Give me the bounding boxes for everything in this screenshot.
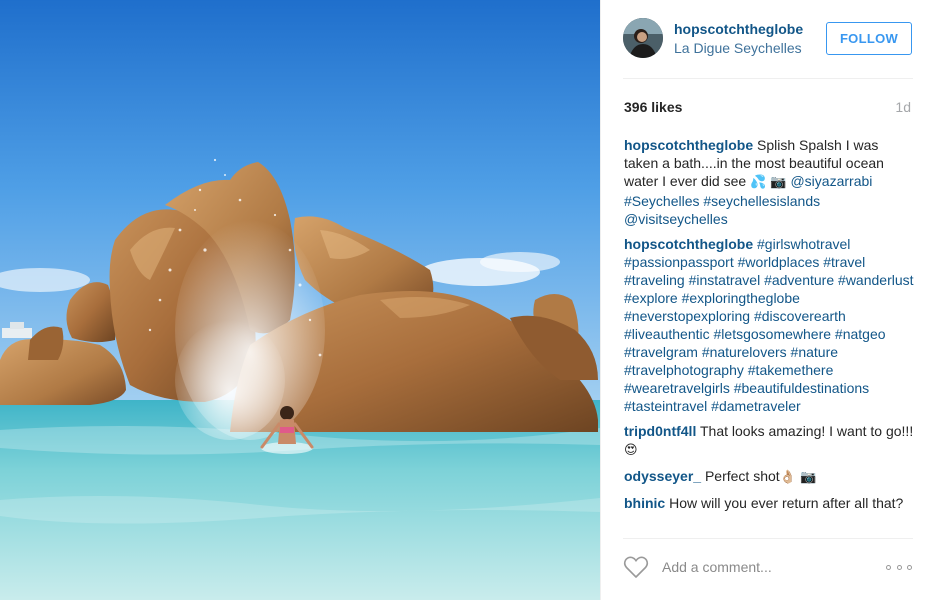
comment-item: tripd0ntf4ll That looks amazing! I want … [624,422,914,460]
comment-hashtag[interactable]: #Seychelles [624,193,700,209]
post-location[interactable]: La Digue Seychelles [674,40,802,56]
post-card: hopscotchtheglobe La Digue Seychelles FO… [0,0,934,600]
follow-button[interactable]: FOLLOW [826,22,912,55]
more-dot [886,565,891,570]
comment-hashtag[interactable]: #adventure [764,272,834,288]
heart-outline-icon[interactable] [623,555,649,579]
avatar[interactable] [623,18,663,58]
comment-mention[interactable]: @visitseychelles [624,211,728,227]
comment-hashtag[interactable]: #beautifuldestinations [734,380,869,396]
comment-hashtag[interactable]: #wanderlust [838,272,914,288]
comment-hashtag[interactable]: #natgeo [835,326,886,342]
comment-text: How will you ever return after all that? [669,495,904,511]
more-dot [896,565,902,570]
comment-hashtag[interactable]: #discoverearth [754,308,846,324]
comment-item: hopscotchtheglobe Splish Spalsh I was ta… [624,136,914,228]
comment-hashtag[interactable]: #letsgosomewhere [714,326,832,342]
post-header: hopscotchtheglobe La Digue Seychelles FO… [601,0,934,78]
comment-hashtag[interactable]: #liveauthentic [624,326,710,342]
avatar-image [623,18,663,58]
comment-hashtag[interactable]: #seychellesislands [703,193,820,209]
comment-hashtag[interactable]: #worldplaces [738,254,820,270]
comment-hashtag[interactable]: #travelgram [624,344,698,360]
comment-hashtag[interactable]: #traveling [624,272,685,288]
comment-hashtag[interactable]: #travel [823,254,865,270]
comment-hashtag[interactable]: #takemethere [748,362,834,378]
comment-hashtag[interactable]: #girlswhotravel [757,236,850,252]
comment-hashtag[interactable]: #dametraveler [711,398,801,414]
comment-emoji: 😍 [624,443,638,458]
more-dot [907,565,912,570]
comment-author[interactable]: hopscotchtheglobe [624,137,753,153]
comment-hashtag[interactable]: #tasteintravel [624,398,707,414]
comment-author[interactable]: odysseyer_ [624,468,701,484]
author-username[interactable]: hopscotchtheglobe [674,21,803,37]
comment-author[interactable]: hopscotchtheglobe [624,236,753,252]
comment-item: odysseyer_ Perfect shot👌🏼 📷 [624,467,914,487]
comment-text: Perfect shot [704,468,780,484]
comment-author[interactable]: tripd0ntf4ll [624,423,696,439]
comment-hashtag[interactable]: #neverstopexploring [624,308,750,324]
header-divider [623,78,913,79]
comment-emoji: 💦 📷 [750,175,787,190]
comment-hashtag[interactable]: #travelphotography [624,362,744,378]
comment-list: hopscotchtheglobe Splish Spalsh I was ta… [624,136,914,519]
comment-hashtag[interactable]: #passionpassport [624,254,734,270]
comment-hashtag[interactable]: #exploringtheglobe [682,290,800,306]
comment-item: hopscotchtheglobe #girlswhotravel #passi… [624,235,914,415]
footer-divider [623,538,913,539]
more-options-icon[interactable] [886,565,912,571]
comment-mention[interactable]: @siyazarrabi [790,173,872,189]
comment-text: That looks amazing! I want to go!!! [699,423,914,439]
comment-hashtag[interactable]: #naturelovers [702,344,787,360]
beach-rocks-image [0,0,600,600]
post-side-panel: hopscotchtheglobe La Digue Seychelles FO… [600,0,934,600]
comment-hashtag[interactable]: #nature [791,344,838,360]
comment-emoji: 👌🏼 📷 [779,470,817,485]
comment-hashtag[interactable]: #explore [624,290,678,306]
comment-author[interactable]: bhinic [624,495,665,511]
likes-count[interactable]: 396 likes [624,99,682,115]
post-photo[interactable] [0,0,600,600]
comment-hashtag[interactable]: #wearetravelgirls [624,380,730,396]
add-comment-input[interactable] [662,557,862,577]
post-timestamp[interactable]: 1d [895,99,911,115]
comment-hashtag[interactable]: #instatravel [689,272,761,288]
comment-item: bhinic How will you ever return after al… [624,494,914,512]
hashtag-group: #girlswhotravel #passionpassport #worldp… [624,236,914,414]
